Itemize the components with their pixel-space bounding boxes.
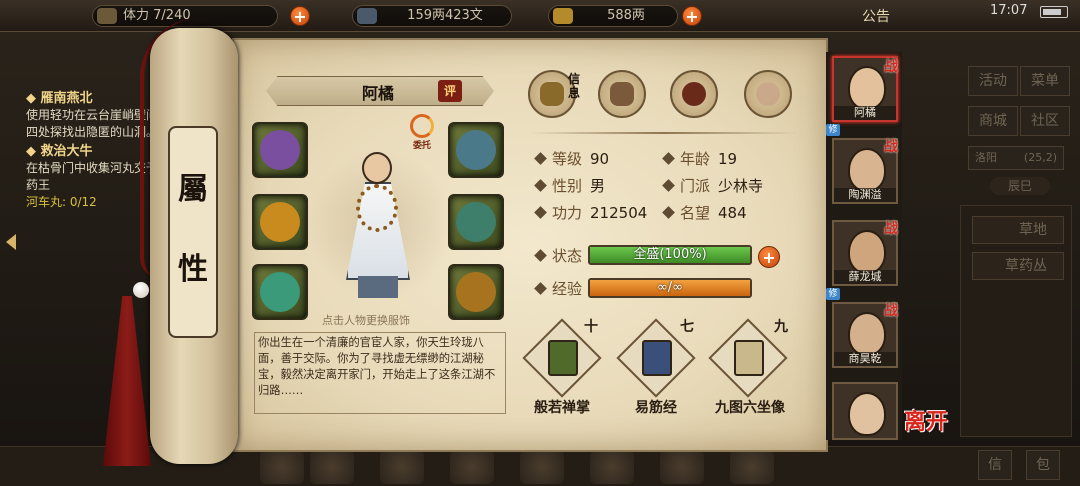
battle-badge: 战 [884, 59, 898, 75]
body-icon [756, 82, 780, 106]
bracer-icon [260, 130, 300, 170]
bottom-menu-icon[interactable] [260, 450, 304, 484]
skill-slot[interactable] [522, 318, 602, 398]
prayer-beads-icon [456, 272, 496, 312]
shop-button[interactable]: 商城 [968, 106, 1018, 136]
equip-slot-mount[interactable] [448, 122, 504, 178]
character-story: 你出生在一个清廉的官宦人家，你天生玲珑八面，善于交际。你为了寻找虚无缥缈的江湖秘… [254, 332, 506, 414]
bottom-menu-icon[interactable] [590, 450, 634, 484]
status-bar: 全盛(100%) [588, 245, 752, 265]
community-button[interactable]: 社区 [1020, 106, 1070, 136]
book-icon [548, 340, 578, 376]
skill-name: 易筋经 [635, 400, 677, 416]
training-tag: 修 [826, 124, 840, 136]
panel-title: 屬 性 [178, 172, 208, 287]
skill-slot[interactable] [708, 318, 788, 398]
notice-button[interactable]: 公告 [862, 6, 890, 26]
battle-badge: 战 [884, 221, 898, 237]
add-silver-button[interactable]: + [682, 6, 702, 26]
stat-gender: 性别男 [534, 175, 605, 196]
equip-slot-armor[interactable] [448, 194, 504, 250]
scroll-icon [610, 82, 634, 106]
clock: 17:07 [990, 3, 1028, 18]
entrust-icon [410, 114, 434, 138]
collapse-arrow-icon[interactable] [6, 234, 16, 250]
stamina-icon [97, 8, 117, 24]
restore-status-button[interactable]: + [758, 246, 780, 268]
status-label: 状态 [534, 245, 590, 266]
meridian-tab[interactable] [744, 70, 792, 118]
bagua-icon [682, 82, 706, 106]
prayer-beads-decoration [356, 184, 398, 232]
skill-name: 九图六坐像 [715, 400, 785, 416]
avatar [848, 66, 886, 110]
add-stamina-button[interactable]: + [290, 6, 310, 26]
stat-level: 等级 90 [534, 148, 609, 169]
divider [530, 132, 798, 134]
leave-button[interactable]: 离开 [904, 404, 952, 436]
party-member-card[interactable] [832, 382, 898, 440]
menu-button[interactable]: 菜单 [1020, 66, 1070, 96]
bottom-menu-icon[interactable] [520, 450, 564, 484]
silver-display: 588两 [548, 5, 678, 27]
bottom-menu-icon[interactable] [380, 450, 424, 484]
hat-icon [540, 82, 564, 106]
rate-button[interactable]: 评 [438, 80, 462, 102]
equip-slot-helmet[interactable] [252, 194, 308, 250]
equip-slot-ring[interactable] [252, 264, 308, 320]
bottom-menu-icon[interactable] [450, 450, 494, 484]
ring-icon [260, 272, 300, 312]
bagua-tab[interactable] [670, 70, 718, 118]
avatar [848, 148, 886, 192]
letter-button[interactable]: 信 [978, 450, 1012, 480]
info-tab-label: 信息 [568, 72, 581, 100]
stat-age: 年龄 19 [662, 148, 737, 169]
book-icon [734, 340, 764, 376]
exp-label: 经验 [534, 278, 590, 299]
training-tag: 修 [826, 288, 840, 300]
skill-name: 般若禅掌 [534, 400, 590, 416]
change-outfit-hint: 点击人物更换服饰 [322, 314, 410, 327]
character-name: 阿橘 [361, 84, 394, 103]
time-tab: 辰巳 [990, 177, 1050, 195]
stat-sect: 门派 少林寺 [662, 175, 763, 196]
bead-decoration [133, 282, 149, 298]
coin-pouch-icon [357, 8, 377, 24]
silver-ingot-icon [553, 8, 573, 24]
equip-slot-necklace[interactable] [448, 264, 504, 320]
mount-icon [456, 130, 496, 170]
bag-button[interactable]: 包 [1026, 450, 1060, 480]
activity-button[interactable]: 活动 [968, 66, 1018, 96]
nearby-item[interactable]: 草地 [972, 216, 1064, 244]
armor-icon [456, 202, 496, 242]
manual-tab[interactable] [598, 70, 646, 118]
equip-slot-wrist[interactable] [252, 122, 308, 178]
avatar [848, 230, 886, 274]
stat-power: 功力 212504 [534, 202, 647, 223]
battery-icon [1040, 6, 1068, 18]
avatar [848, 312, 886, 356]
character-legs [358, 276, 398, 298]
battle-badge: 战 [884, 303, 898, 319]
location-box[interactable]: 洛阳 (25,2) [968, 146, 1064, 170]
coins-display: 159两423文 [352, 5, 512, 27]
entrust-button[interactable]: 委托 [406, 114, 438, 154]
skill-slot[interactable] [616, 318, 696, 398]
bottom-menu-icon[interactable] [310, 450, 354, 484]
stat-fame: 名望 484 [662, 202, 747, 223]
battle-badge: 战 [884, 139, 898, 155]
character-head[interactable] [362, 152, 392, 184]
book-icon [642, 340, 672, 376]
nearby-item[interactable]: 草药丛 [972, 252, 1064, 280]
avatar [848, 392, 886, 436]
bottom-menu-icon[interactable] [660, 450, 704, 484]
helmet-icon [260, 202, 300, 242]
exp-bar: ∞/∞ [588, 278, 752, 298]
bottom-menu-icon[interactable] [730, 450, 774, 484]
